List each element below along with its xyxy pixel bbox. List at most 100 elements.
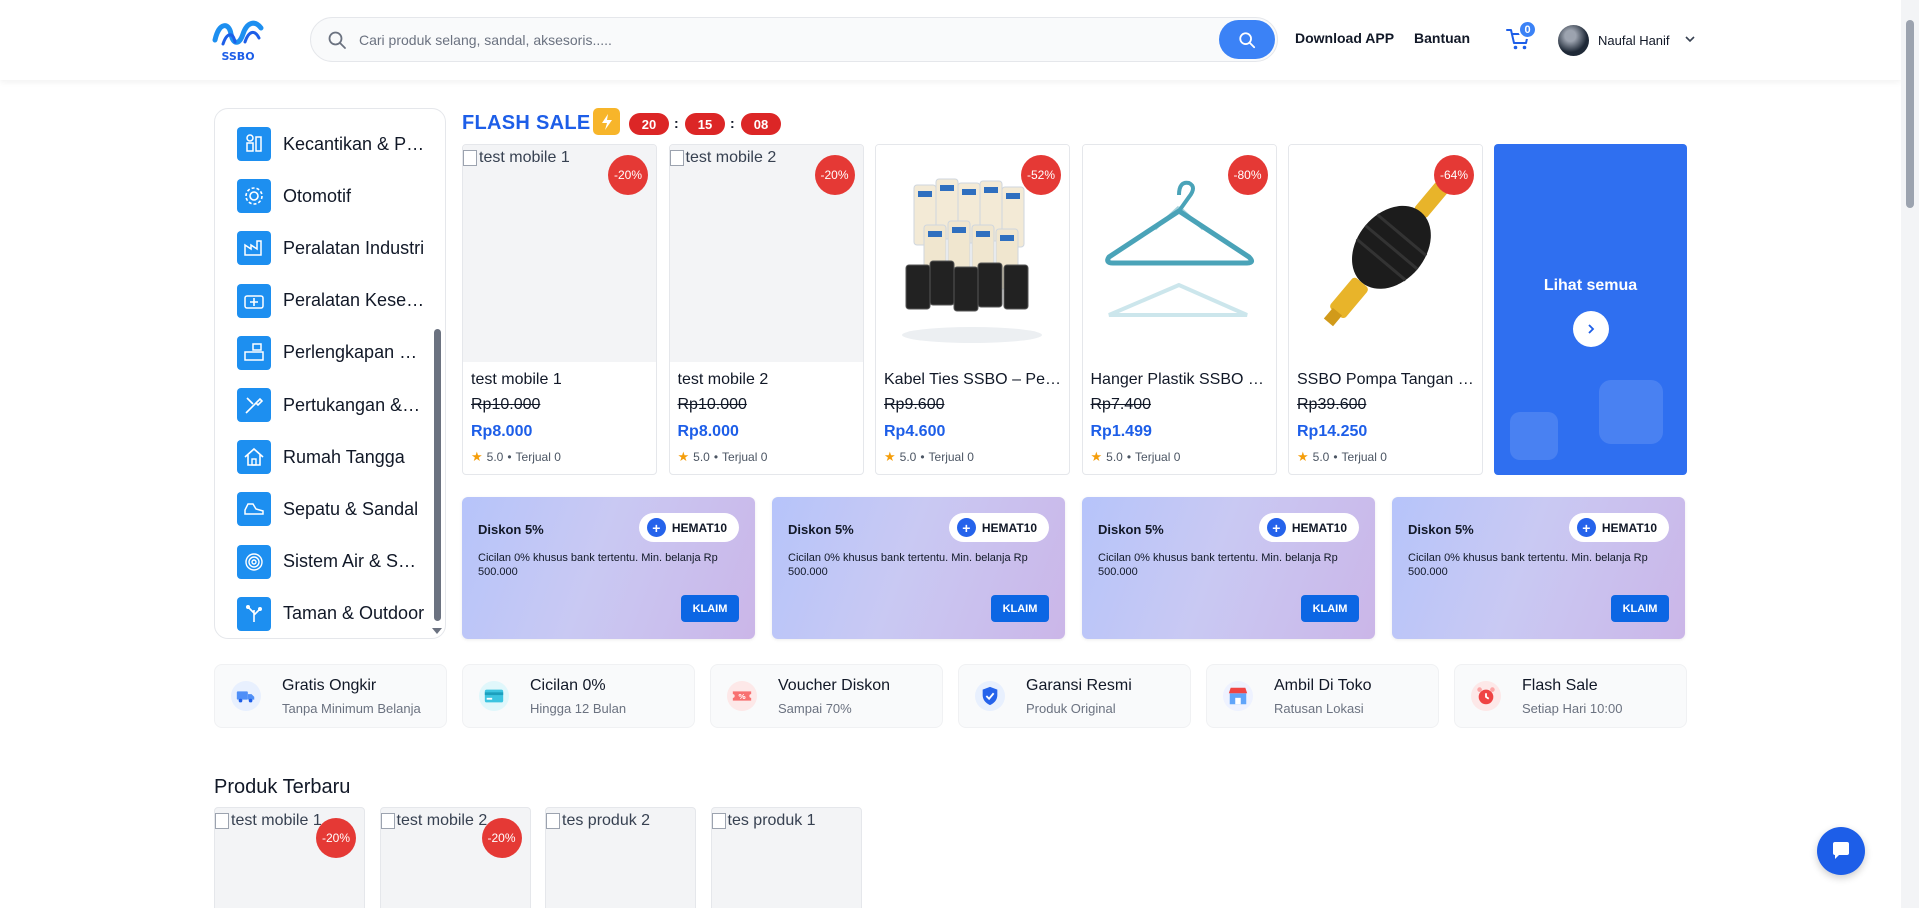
search-button[interactable] (1219, 20, 1275, 59)
truck-icon (231, 681, 261, 711)
original-price: Rp7.400 (1090, 396, 1152, 413)
category-label: Perlengkapan Kantor (283, 342, 425, 363)
feature-title: Cicilan 0% (530, 677, 606, 694)
plus-icon: + (1576, 518, 1596, 537)
category-item[interactable]: Otomotif (237, 179, 427, 214)
user-name[interactable]: Naufal Hanif (1598, 33, 1670, 48)
broken-image-icon (546, 813, 560, 829)
category-scrollbar-thumb[interactable] (434, 329, 441, 621)
broken-image-alt: test mobile 1 (215, 812, 322, 830)
voucher-icon: % (727, 681, 757, 711)
ssbo-logo[interactable]: SSBO (209, 14, 267, 63)
category-item[interactable]: Sepatu & Sandal (237, 492, 427, 527)
star-icon: ★ (884, 449, 896, 464)
broken-image-alt: test mobile 1 (463, 149, 570, 167)
category-item[interactable]: Sistem Air & Selang (237, 544, 427, 579)
search-icon (1239, 31, 1256, 48)
page-scrollbar-thumb[interactable] (1906, 20, 1914, 208)
chevron-right-icon (1588, 324, 1595, 334)
help-link[interactable]: Bantuan (1414, 30, 1470, 46)
avatar[interactable] (1558, 25, 1589, 56)
voucher-card: Diskon 5% + HEMAT10 Cicilan 0% khusus bank … (1082, 497, 1375, 639)
latest-product-card[interactable]: tes produk 2 (545, 807, 696, 908)
latest-product-card[interactable]: test mobile 2 -20% (379, 807, 531, 908)
discount-badge: -64% (1434, 155, 1474, 195)
rating-value: 5.0 (693, 450, 710, 464)
meta-separator: • (713, 450, 719, 464)
flash-product-card[interactable]: test mobile 2 -20% test mobile 2 Rp10.000 Rp… (668, 144, 864, 475)
feature-card: % Voucher Diskon Sampai 70% (710, 664, 943, 728)
scroll-down-arrow-icon[interactable] (432, 628, 442, 634)
logo-text: SSBO (221, 50, 254, 62)
sold-count: Terjual 0 (515, 450, 561, 464)
health-icon (237, 283, 271, 318)
discount-badge: -20% (814, 155, 855, 195)
original-price: Rp39.600 (1297, 396, 1367, 413)
rating-value: 5.0 (486, 450, 504, 464)
beauty-icon (237, 127, 271, 161)
house-icon (237, 440, 271, 475)
latest-product-card[interactable]: tes produk 1 (710, 807, 862, 908)
product-name: test mobile 1 (471, 371, 562, 388)
section-title-latest: Produk Terbaru (214, 776, 351, 798)
feature-card: Cicilan 0% Hingga 12 Bulan (462, 664, 695, 728)
latest-product-card[interactable]: test mobile 1 -20% (214, 807, 365, 908)
flash-sale-title: FLASH SALE (462, 112, 591, 134)
sold-count: Terjual 0 (928, 450, 974, 464)
see-all-card[interactable]: Lihat semua (1494, 144, 1687, 475)
category-item[interactable]: Pertukangan & Perkakas (237, 388, 427, 422)
plus-icon: + (956, 518, 976, 537)
voucher-title: Diskon 5% (1098, 522, 1164, 537)
voucher-title: Diskon 5% (478, 522, 544, 537)
voucher-code-chip[interactable]: + HEMAT10 (1258, 513, 1359, 542)
category-sidebar: Kecantikan & Perawatan Otomotif Peralatan … (214, 108, 446, 639)
voucher-code-chip[interactable]: + HEMAT10 (948, 513, 1049, 542)
plus-icon: + (646, 518, 666, 537)
flash-product-card[interactable]: test mobile 1 -20% test mobile 1 Rp10.000 Rp… (462, 144, 657, 475)
category-item[interactable]: Peralatan Kesehatan (237, 283, 427, 318)
category-item[interactable]: Taman & Outdoor (237, 596, 427, 631)
category-item[interactable]: Rumah Tangga (237, 440, 427, 475)
see-all-button[interactable] (1573, 311, 1609, 347)
feature-title: Garansi Resmi (1026, 677, 1132, 694)
product-meta: ★ 5.0 • Terjual 0 (678, 449, 768, 465)
claim-button[interactable]: KLAIM (681, 595, 739, 622)
lightning-icon (593, 108, 620, 135)
claim-button[interactable]: KLAIM (1611, 595, 1669, 622)
rating-value: 5.0 (1312, 450, 1330, 464)
voucher-code-chip[interactable]: + HEMAT10 (638, 513, 739, 542)
decor-square (1599, 380, 1663, 444)
star-icon: ★ (1090, 449, 1103, 464)
feature-card: Gratis Ongkir Tanpa Minimum Belanja (214, 664, 447, 728)
page-scrollbar[interactable] (1901, 0, 1919, 908)
flash-product-card[interactable]: -64% SSBO Pompa Tangan Minyak Rp39.600 Rp14… (1288, 144, 1483, 475)
category-item[interactable]: Perlengkapan Kantor (237, 335, 427, 370)
voucher-description: Cicilan 0% khusus bank tertentu. Min. be… (788, 552, 1028, 578)
voucher-card: Diskon 5% + HEMAT10 Cicilan 0% khusus bank … (772, 497, 1065, 639)
download-app-link[interactable]: Download APP (1295, 30, 1394, 46)
category-item[interactable]: Kecantikan & Perawatan (237, 127, 427, 161)
category-item[interactable]: Peralatan Industri (237, 231, 427, 266)
garden-icon (237, 596, 271, 631)
cart-count-badge: 0 (1518, 20, 1537, 39)
sold-count: Terjual 0 (1135, 450, 1181, 464)
chat-button[interactable] (1817, 827, 1865, 875)
flash-product-card[interactable]: -80% Hanger Plastik SSBO – Gantungan Baju… (1081, 144, 1277, 475)
product-meta: ★ 5.0 • Terjual 0 (1297, 449, 1387, 465)
search-input[interactable] (359, 26, 1159, 54)
top-header: SSBO Download APP Bantuan 0 Naufal Hanif (0, 0, 1901, 80)
flash-product-card[interactable]: -52% Kabel Ties SSBO – Pengikat Kabel Rp9.… (875, 144, 1070, 475)
chat-bubble-icon (1833, 842, 1849, 859)
voucher-code: HEMAT10 (1601, 520, 1657, 535)
category-label: Taman & Outdoor (283, 603, 425, 624)
chevron-down-icon[interactable] (1684, 33, 1696, 45)
search-bar (310, 17, 1278, 62)
category-label: Peralatan Industri (283, 237, 425, 258)
discount-badge: -20% (316, 818, 356, 858)
meta-separator: • (1126, 450, 1132, 464)
claim-button[interactable]: KLAIM (1301, 595, 1359, 622)
feature-subtitle: Sampai 70% (778, 701, 852, 716)
voucher-code-chip[interactable]: + HEMAT10 (1568, 513, 1669, 542)
sale-price: Rp8.000 (677, 423, 739, 440)
claim-button[interactable]: KLAIM (991, 595, 1049, 622)
